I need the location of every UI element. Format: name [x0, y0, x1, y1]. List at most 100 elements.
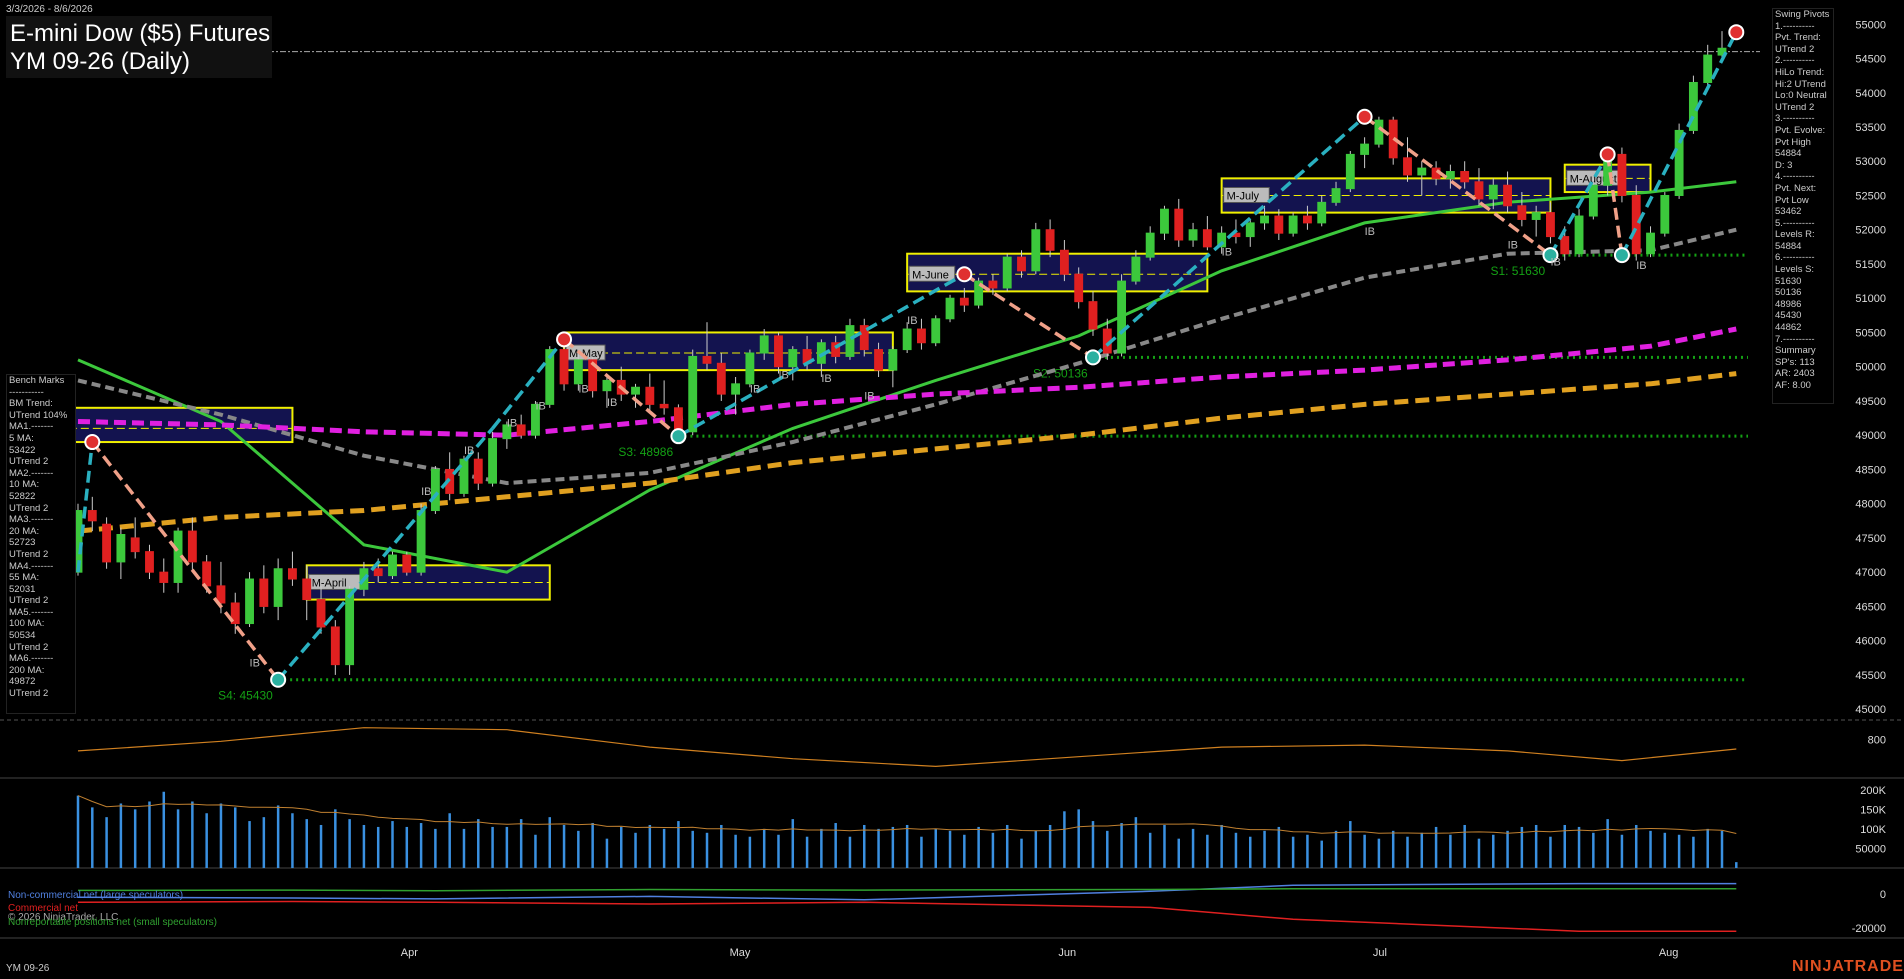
bench-marks-line: 100 MA:	[9, 618, 45, 630]
candle-down	[1045, 229, 1055, 251]
price-tick-label: 46500	[1855, 601, 1886, 613]
candle-down	[1631, 194, 1641, 255]
candle-up	[573, 359, 583, 385]
bench-marks-line: 49872	[9, 676, 36, 688]
monthly-box-label: M-July	[1227, 190, 1260, 202]
ib-label: IB	[821, 373, 831, 385]
candle-up	[1331, 188, 1341, 203]
volume-tick-label: 200K	[1860, 785, 1886, 797]
bench-marks-panel: Bench Marks ----------- BM Trend: UTrend 10…	[6, 374, 76, 714]
swing-pivots-line: UTrend 2	[1775, 43, 1815, 55]
candle-down	[87, 510, 97, 522]
price-tick-label: 52000	[1855, 225, 1886, 237]
bench-marks-line: UTrend 2	[9, 502, 49, 514]
candle-down	[1074, 273, 1084, 303]
candle-up	[759, 335, 769, 354]
bench-marks-line: 52723	[9, 537, 36, 549]
candle-down	[187, 530, 197, 563]
candle-up	[1002, 256, 1012, 289]
ib-label: IB	[864, 390, 874, 402]
candle-up	[1160, 208, 1169, 234]
candle-up	[945, 297, 955, 320]
candle-down	[1017, 256, 1026, 272]
bench-marks-line: MA4.-------	[9, 560, 54, 572]
candle-up	[1317, 201, 1327, 224]
bench-marks-line: -----------	[9, 386, 44, 398]
candle-up	[788, 349, 798, 368]
month-tick-label: Aug	[1659, 947, 1679, 959]
candle-up	[731, 383, 741, 395]
swing-low-marker	[670, 428, 687, 445]
candle-up	[1445, 171, 1455, 179]
price-tick-label: 46000	[1855, 636, 1886, 648]
candle-down	[102, 523, 112, 563]
candle-down	[1274, 215, 1284, 234]
candle-up	[688, 355, 698, 433]
ninjatrader-logo: NINJATRADER	[1792, 958, 1904, 975]
swing-pivots-line: AR: 2403	[1775, 368, 1815, 380]
moving-average-line	[77, 180, 1737, 574]
candle-down	[330, 626, 340, 666]
month-tick-label: May	[730, 947, 751, 959]
bench-marks-line: MA5.-------	[9, 606, 54, 618]
candle-down	[516, 424, 526, 436]
swing-pivots-panel: Swing Pivots 1.---------- Pvt. Trend: UTren…	[1772, 8, 1834, 404]
bench-marks-line: UTrend 2	[9, 641, 49, 653]
price-tick-label: 50500	[1855, 327, 1886, 339]
price-tick-label: 47500	[1855, 533, 1886, 545]
swing-pivots-line: Pvt. Trend:	[1775, 32, 1821, 44]
swing-high-marker	[84, 434, 101, 451]
price-tick-label: 53500	[1855, 122, 1886, 134]
candle-down	[1403, 157, 1412, 176]
candle-up	[488, 438, 498, 484]
ib-label: IB	[1222, 246, 1232, 258]
candle-down	[645, 386, 655, 405]
volume-tick-label: 100K	[1860, 824, 1886, 836]
ib-label: IB	[778, 370, 788, 382]
swing-pivots-line: 53462	[1775, 206, 1802, 218]
bench-marks-line: 53422	[9, 444, 36, 456]
instrument-name: E-mini Dow ($5) Futures	[10, 20, 271, 47]
candle-down	[659, 403, 669, 409]
candle-up	[1703, 54, 1713, 83]
support-level-label: S1: 51630	[1490, 264, 1545, 278]
candle-up	[1646, 232, 1655, 255]
swing-low-marker	[270, 671, 287, 688]
ib-label: IB	[1550, 257, 1560, 269]
ib-label: IB	[507, 418, 517, 430]
bench-marks-line: 50534	[9, 630, 36, 642]
candle-up	[1288, 215, 1298, 234]
candle-up	[245, 578, 254, 625]
candle-up	[345, 588, 355, 666]
candle-up	[902, 328, 912, 351]
price-tick-label: 48500	[1855, 464, 1886, 476]
bench-marks-line: UTrend 2	[9, 548, 49, 560]
candle-up	[1660, 194, 1670, 234]
swing-pivots-line: 54884	[1775, 240, 1802, 252]
price-tick-label: 49500	[1855, 396, 1886, 408]
candle-up	[1488, 184, 1498, 200]
price-tick-label: 54000	[1855, 88, 1886, 100]
candle-up	[273, 568, 283, 607]
ib-label: IB	[750, 383, 760, 395]
candle-down	[1302, 215, 1312, 224]
swing-pivots-line: Pvt. Evolve:	[1775, 124, 1826, 136]
volume-tick-label: 150K	[1860, 804, 1886, 816]
bench-marks-line: 10 MA:	[9, 479, 40, 491]
swing-pivots-line: 5.----------	[1775, 217, 1815, 229]
ib-label: IB	[578, 383, 588, 395]
candle-down	[1517, 205, 1527, 220]
swing-pivots-line: UTrend 2	[1775, 101, 1815, 113]
monthly-box-label: M-April	[312, 577, 347, 589]
swing-high-marker	[956, 266, 973, 283]
candle-down	[1202, 229, 1212, 248]
ib-label: IB	[535, 401, 545, 413]
swing-pivots-line: 4.----------	[1775, 171, 1815, 183]
support-level-label: S3: 48986	[618, 445, 673, 459]
candle-up	[116, 534, 126, 563]
swing-pivots-line: HiLo Trend:	[1775, 66, 1825, 78]
bench-marks-line: UTrend 2	[9, 688, 49, 700]
swing-high-marker	[556, 331, 573, 348]
price-tick-label: 45500	[1855, 670, 1886, 682]
swing-low-marker	[1084, 349, 1101, 366]
